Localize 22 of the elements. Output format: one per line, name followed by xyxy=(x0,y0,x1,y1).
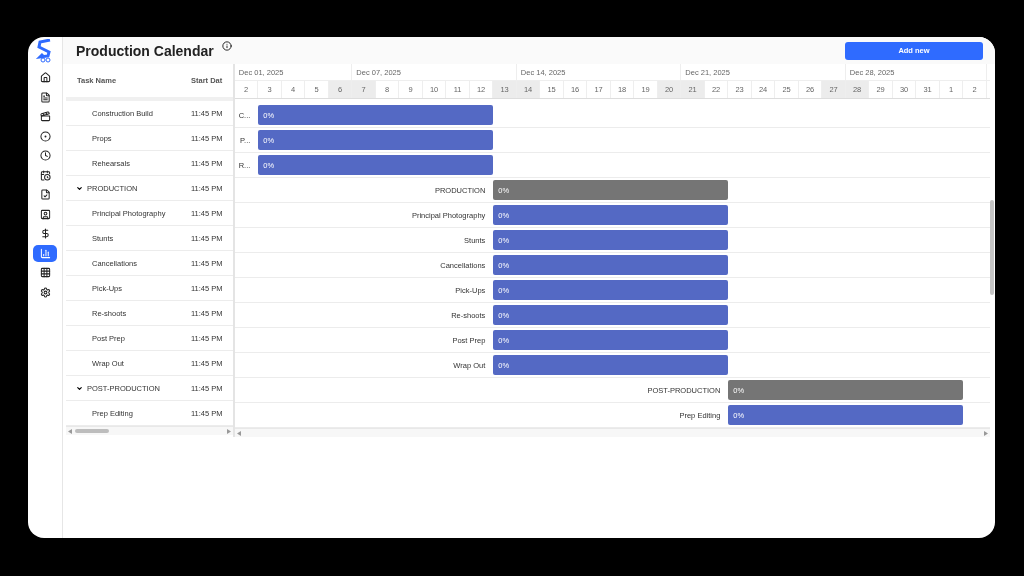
clock-icon xyxy=(39,150,51,162)
left-arrow-icon[interactable] xyxy=(68,428,72,434)
dollar-icon xyxy=(39,228,51,240)
bar-chart-icon xyxy=(39,247,51,259)
settings-icon xyxy=(39,286,51,298)
horizontal-scrollbar[interactable] xyxy=(234,428,990,437)
right-arrow-icon[interactable] xyxy=(984,430,988,436)
grid-icon xyxy=(39,267,51,279)
caret-icon[interactable] xyxy=(76,384,83,392)
caret-icon[interactable] xyxy=(76,184,83,192)
horizontal-scrollbar[interactable] xyxy=(66,426,233,435)
contact-icon xyxy=(39,208,51,220)
clapperboard-icon xyxy=(39,111,51,123)
file-check-icon xyxy=(39,189,51,201)
left-arrow-icon[interactable] xyxy=(236,430,241,436)
home-icon xyxy=(39,72,51,84)
page-title: Production Calendar xyxy=(76,42,214,59)
document-icon xyxy=(39,91,51,103)
info-icon[interactable] xyxy=(221,40,232,51)
calendar-icon xyxy=(39,169,51,181)
right-arrow-icon[interactable] xyxy=(226,428,231,434)
circle-dot-icon xyxy=(39,130,51,142)
